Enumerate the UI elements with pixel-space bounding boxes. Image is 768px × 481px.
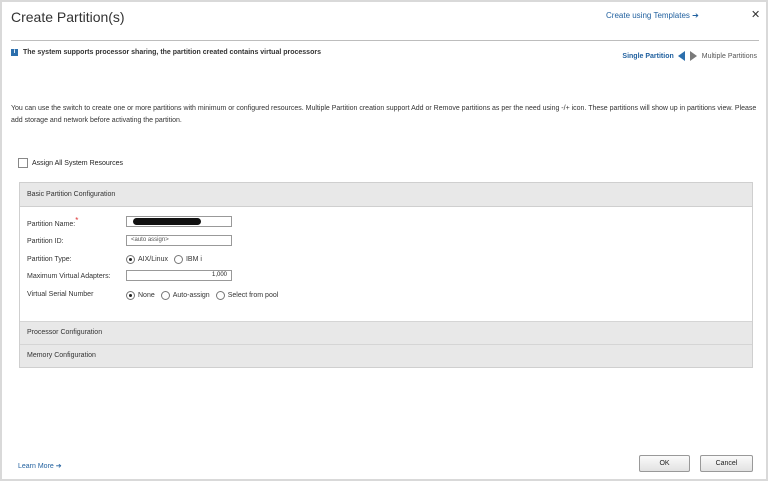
max-virtual-adapters-input[interactable]: 1,000 bbox=[126, 270, 232, 281]
processor-config-title: Processor Configuration bbox=[27, 329, 103, 336]
create-using-templates-link[interactable]: Create using Templates ➔ bbox=[606, 11, 699, 20]
create-partition-dialog: Create Partition(s) Create using Templat… bbox=[2, 2, 766, 479]
serial-select-from-pool[interactable]: Select from pool bbox=[215, 291, 279, 300]
partition-type-ibmi[interactable]: IBM i bbox=[173, 255, 202, 264]
partition-name-label: Partition Name:* bbox=[27, 216, 79, 228]
virtual-serial-label: Virtual Serial Number bbox=[27, 291, 94, 298]
basic-config-panel: Basic Partition Configuration Partition … bbox=[19, 182, 753, 368]
assign-all-label: Assign All System Resources bbox=[32, 159, 124, 167]
memory-config-section[interactable]: Memory Configuration bbox=[20, 344, 752, 367]
none-label: None bbox=[138, 292, 155, 299]
radio-selected-icon[interactable] bbox=[126, 255, 135, 264]
assign-all-resources[interactable]: Assign All System Resources bbox=[18, 158, 123, 168]
description-text: You can use the switch to create one or … bbox=[11, 105, 757, 124]
radio-icon[interactable] bbox=[173, 255, 183, 264]
info-icon: i bbox=[11, 49, 18, 56]
required-marker: * bbox=[75, 216, 79, 225]
ok-button[interactable]: OK bbox=[639, 455, 690, 472]
partition-mode-switch[interactable]: Single Partition Multiple Partitions bbox=[622, 51, 757, 61]
redacted-value bbox=[133, 218, 201, 225]
single-partition-option[interactable]: Single Partition bbox=[622, 53, 673, 60]
info-message: i The system supports processor sharing,… bbox=[11, 49, 321, 56]
radio-selected-icon[interactable] bbox=[126, 291, 135, 300]
auto-assign-label: Auto-assign bbox=[172, 292, 210, 299]
info-text: The system supports processor sharing, t… bbox=[23, 49, 321, 56]
serial-none[interactable]: None bbox=[126, 291, 155, 300]
cancel-button[interactable]: Cancel bbox=[700, 455, 753, 472]
learn-more-link[interactable]: Learn More ➔ bbox=[18, 462, 62, 470]
aix-label: AIX/Linux bbox=[138, 256, 168, 263]
assign-all-checkbox[interactable] bbox=[18, 158, 28, 168]
partition-name-input[interactable] bbox=[126, 216, 232, 227]
triangle-right-icon[interactable] bbox=[689, 51, 697, 61]
memory-config-title: Memory Configuration bbox=[27, 352, 96, 359]
close-icon[interactable]: ✕ bbox=[751, 8, 760, 21]
basic-config-title: Basic Partition Configuration bbox=[27, 191, 116, 198]
partition-id-input[interactable]: <auto assign> bbox=[126, 235, 232, 246]
serial-auto-assign[interactable]: Auto-assign bbox=[160, 291, 210, 300]
processor-config-section[interactable]: Processor Configuration bbox=[20, 321, 752, 344]
partition-id-label: Partition ID: bbox=[27, 238, 64, 245]
select-pool-label: Select from pool bbox=[227, 292, 279, 299]
partition-type-group: AIX/Linux IBM i bbox=[126, 255, 208, 264]
radio-icon[interactable] bbox=[215, 291, 225, 300]
partition-type-label: Partition Type: bbox=[27, 256, 72, 263]
virtual-serial-group: None Auto-assign Select from pool bbox=[126, 291, 284, 300]
triangle-left-icon[interactable] bbox=[677, 51, 685, 61]
partition-name-label-text: Partition Name: bbox=[27, 221, 76, 228]
partition-type-aix[interactable]: AIX/Linux bbox=[126, 255, 168, 264]
ibmi-label: IBM i bbox=[185, 256, 202, 263]
basic-config-header[interactable]: Basic Partition Configuration bbox=[20, 183, 752, 207]
multiple-partitions-option[interactable]: Multiple Partitions bbox=[702, 53, 757, 60]
dialog-title: Create Partition(s) bbox=[11, 9, 125, 25]
max-virtual-adapters-label: Maximum Virtual Adapters: bbox=[27, 273, 111, 280]
radio-icon[interactable] bbox=[160, 291, 170, 300]
header-divider bbox=[11, 40, 759, 41]
